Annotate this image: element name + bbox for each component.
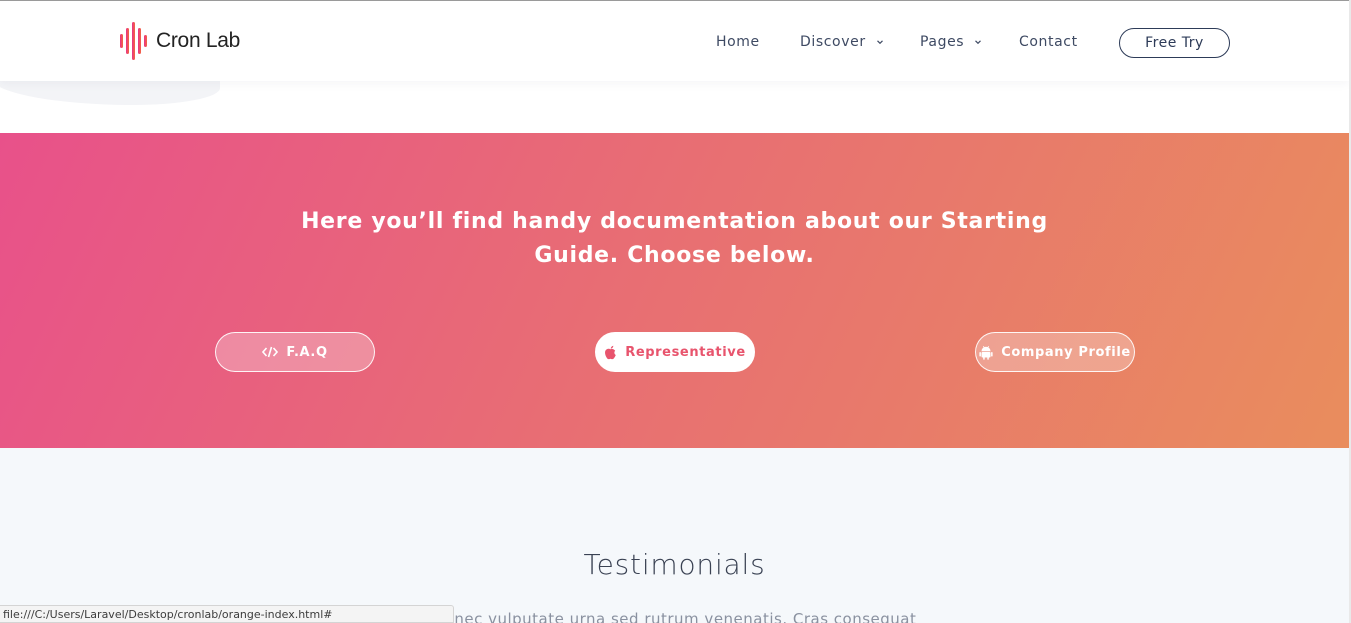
soundwave-logo-icon — [120, 22, 147, 60]
window-top-border — [0, 0, 1351, 1]
nav-contact[interactable]: Contact — [1019, 31, 1078, 53]
nav-home-label: Home — [716, 34, 760, 50]
free-try-button[interactable]: Free Try — [1119, 28, 1230, 58]
representative-label: Representative — [625, 344, 746, 360]
faq-label: F.A.Q — [286, 344, 328, 360]
free-try-label: Free Try — [1145, 35, 1204, 51]
representative-button[interactable]: Representative — [595, 332, 755, 372]
testimonials-title: Testimonials — [583, 548, 766, 581]
testimonials-section: Testimonials Donec vulputate urna sed ru… — [0, 448, 1349, 623]
nav-contact-label: Contact — [1019, 34, 1078, 50]
guide-heading: Here you’ll find handy documentation abo… — [301, 209, 1048, 268]
browser-status-bar: file:///C:/Users/Laravel/Desktop/cronlab… — [0, 605, 454, 623]
code-icon — [262, 346, 279, 358]
chevron-down-icon — [975, 40, 982, 45]
faq-button[interactable]: F.A.Q — [215, 332, 375, 372]
android-icon — [979, 345, 993, 360]
nav-pages-label: Pages — [920, 34, 965, 50]
company-profile-button[interactable]: Company Profile — [975, 332, 1135, 372]
apple-icon — [605, 345, 617, 359]
nav-home[interactable]: Home — [716, 31, 760, 53]
nav-pages[interactable]: Pages — [920, 31, 983, 53]
nav-discover[interactable]: Discover — [800, 31, 885, 53]
site-header: Cron Lab Home Discover Pages Contact Fre… — [0, 1, 1349, 81]
company-profile-label: Company Profile — [1001, 344, 1131, 360]
logo[interactable]: Cron Lab — [118, 21, 240, 61]
starting-guide-section: Here you’ll find handy documentation abo… — [0, 133, 1349, 448]
nav-discover-label: Discover — [800, 34, 866, 50]
chevron-down-icon — [876, 40, 883, 45]
brand-name: Cron Lab — [156, 29, 240, 52]
